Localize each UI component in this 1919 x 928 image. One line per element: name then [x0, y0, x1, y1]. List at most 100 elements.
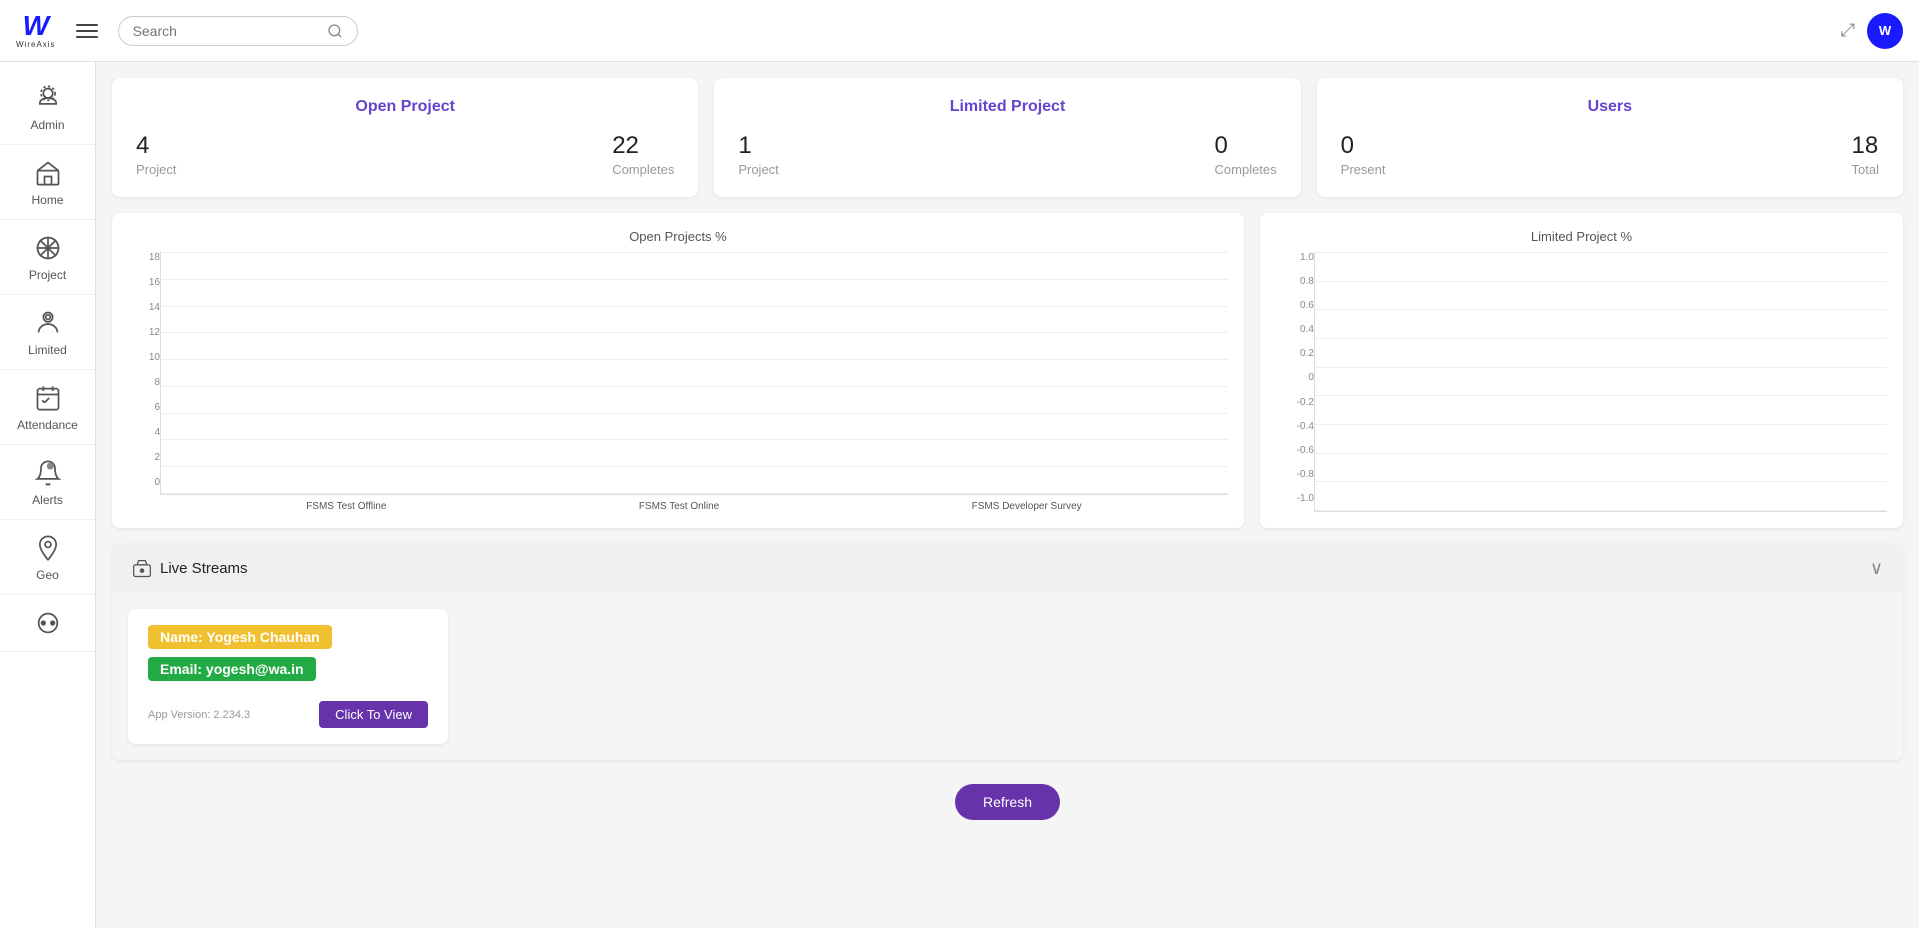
- open-project-card: Open Project 4 Project 22 Completes: [112, 78, 698, 197]
- limited-project-chart-title: Limited Project %: [1276, 229, 1887, 244]
- limited-project-completes-label: Completes: [1215, 162, 1277, 177]
- admin-icon: [32, 82, 64, 114]
- main-content: Open Project 4 Project 22 Completes Limi…: [96, 62, 1919, 928]
- users-total-count: 18: [1852, 132, 1879, 160]
- sidebar-item-admin[interactable]: Admin: [0, 70, 95, 145]
- y-label-2: 2: [128, 452, 160, 463]
- users-present-count: 0: [1341, 132, 1386, 160]
- open-projects-chart-title: Open Projects %: [128, 229, 1228, 244]
- attendance-icon: [32, 382, 64, 414]
- x-label-offline: FSMS Test Offline: [306, 501, 386, 512]
- open-project-completes-group: 22 Completes: [612, 132, 674, 177]
- y-label-6: 6: [128, 402, 160, 413]
- limited-project-numbers: 1 Project 0 Completes: [738, 132, 1276, 177]
- sidebar-item-home[interactable]: Home: [0, 145, 95, 220]
- open-projects-bars-area: FSMS Test Offline FSMS Test Online FSMS …: [160, 252, 1228, 512]
- sidebar-item-limited[interactable]: Limited: [0, 295, 95, 370]
- stream-name-badge: Name: Yogesh Chauhan: [148, 625, 332, 649]
- refresh-btn-area: Refresh: [112, 776, 1903, 828]
- live-streams-title: Live Streams: [132, 559, 248, 579]
- logo-sub: WireAxis: [16, 40, 56, 49]
- logo-letter: W: [23, 12, 49, 40]
- x-labels: FSMS Test Offline FSMS Test Online FSMS …: [160, 495, 1228, 512]
- sidebar-item-alerts[interactable]: Alerts: [0, 445, 95, 520]
- sidebar-item-more[interactable]: [0, 595, 95, 652]
- logo: W WireAxis: [16, 12, 56, 49]
- stream-email-badge: Email: yogesh@wa.in: [148, 657, 316, 681]
- limited-project-y-axis: 1.0 0.8 0.6 0.4 0.2 0 -0.2 -0.4 -0.6 -0.…: [1276, 252, 1314, 512]
- search-icon: [327, 23, 343, 39]
- open-project-completes-label: Completes: [612, 162, 674, 177]
- live-streams-card: Live Streams ∨ Name: Yogesh Chauhan Emai…: [112, 544, 1903, 760]
- users-present-label: Present: [1341, 162, 1386, 177]
- limited-project-completes: 0: [1215, 132, 1277, 160]
- search-box: [118, 16, 358, 46]
- more-icon: [32, 607, 64, 639]
- sidebar-item-geo-label: Geo: [36, 568, 59, 582]
- y-label-16: 16: [128, 277, 160, 288]
- geo-icon: [32, 532, 64, 564]
- app-version: App Version: 2.234.3: [148, 709, 250, 721]
- hamburger-button[interactable]: [72, 20, 102, 42]
- limited-chart-area: [1314, 252, 1887, 512]
- limited-project-card: Limited Project 1 Project 0 Completes: [714, 78, 1300, 197]
- header: W WireAxis ⤢ W: [0, 0, 1919, 62]
- limited-project-title: Limited Project: [738, 98, 1276, 116]
- live-streams-icon: [132, 559, 152, 579]
- click-to-view-button[interactable]: Click To View: [319, 701, 428, 728]
- live-streams-chevron[interactable]: ∨: [1870, 558, 1883, 579]
- y-label-4: 4: [128, 427, 160, 438]
- limited-project-completes-group: 0 Completes: [1215, 132, 1277, 177]
- sidebar-item-home-label: Home: [31, 193, 63, 207]
- y-label-18: 18: [128, 252, 160, 263]
- open-project-numbers: 4 Project 22 Completes: [136, 132, 674, 177]
- avatar: W: [1867, 13, 1903, 49]
- y-label-10: 10: [128, 352, 160, 363]
- users-present-group: 0 Present: [1341, 132, 1386, 177]
- users-total-label: Total: [1852, 162, 1879, 177]
- users-card: Users 0 Present 18 Total: [1317, 78, 1903, 197]
- open-project-completes: 22: [612, 132, 674, 160]
- open-project-count: 4: [136, 132, 176, 160]
- y-label-0: 0: [128, 477, 160, 488]
- alerts-icon: [32, 457, 64, 489]
- project-icon: [32, 232, 64, 264]
- stats-row: Open Project 4 Project 22 Completes Limi…: [112, 78, 1903, 197]
- bars: [161, 252, 1228, 494]
- open-projects-chart-body: 18 16 14 12 10 8 6 4 2 0: [128, 252, 1228, 512]
- sidebar-item-project[interactable]: Project: [0, 220, 95, 295]
- open-project-title: Open Project: [136, 98, 674, 116]
- y-label-14: 14: [128, 302, 160, 313]
- stream-card: Name: Yogesh Chauhan Email: yogesh@wa.in…: [128, 609, 448, 744]
- open-projects-y-axis: 18 16 14 12 10 8 6 4 2 0: [128, 252, 160, 512]
- sidebar-item-attendance-label: Attendance: [17, 418, 78, 432]
- bars-container: [160, 252, 1228, 495]
- open-projects-chart-card: Open Projects % 18 16 14 12 10 8 6 4 2 0: [112, 213, 1244, 528]
- sidebar-item-project-label: Project: [29, 268, 66, 282]
- sidebar-item-attendance[interactable]: Attendance: [0, 370, 95, 445]
- open-project-label: Project: [136, 162, 176, 177]
- open-project-count-group: 4 Project: [136, 132, 176, 177]
- limited-project-label: Project: [738, 162, 778, 177]
- search-input[interactable]: [133, 23, 327, 39]
- limited-project-count: 1: [738, 132, 778, 160]
- sidebar-item-limited-label: Limited: [28, 343, 67, 357]
- live-streams-body: Name: Yogesh Chauhan Email: yogesh@wa.in…: [112, 593, 1903, 760]
- limited-project-count-group: 1 Project: [738, 132, 778, 177]
- limited-icon: [32, 307, 64, 339]
- layout: Admin Home Project: [0, 62, 1919, 928]
- sidebar-item-geo[interactable]: Geo: [0, 520, 95, 595]
- x-label-online: FSMS Test Online: [639, 501, 719, 512]
- live-streams-label: Live Streams: [160, 560, 248, 577]
- x-label-developer: FSMS Developer Survey: [972, 501, 1082, 512]
- expand-icon[interactable]: ⤢: [1841, 20, 1855, 41]
- live-streams-header: Live Streams ∨: [112, 544, 1903, 593]
- users-numbers: 0 Present 18 Total: [1341, 132, 1879, 177]
- stream-footer: App Version: 2.234.3 Click To View: [148, 701, 428, 728]
- sidebar-item-admin-label: Admin: [30, 118, 64, 132]
- charts-row: Open Projects % 18 16 14 12 10 8 6 4 2 0: [112, 213, 1903, 528]
- sidebar-item-alerts-label: Alerts: [32, 493, 63, 507]
- sidebar: Admin Home Project: [0, 62, 96, 928]
- y-label-8: 8: [128, 377, 160, 388]
- refresh-button[interactable]: Refresh: [955, 784, 1060, 820]
